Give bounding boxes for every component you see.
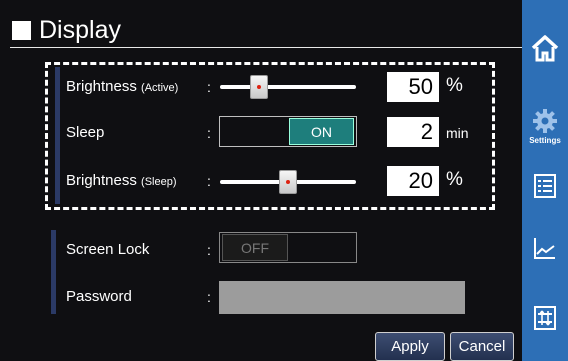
sidebar-chart-button[interactable] [522, 230, 568, 266]
brightness-sleep-thumb[interactable] [279, 170, 297, 194]
brightness-sleep-unit: % [446, 169, 463, 190]
list-icon [534, 174, 556, 198]
screen-lock-toggle-off-knob[interactable]: OFF [222, 234, 288, 261]
page-title: Display [39, 16, 121, 44]
sidebar-list-button[interactable] [522, 168, 568, 204]
brightness-sleep-label: Brightness (Sleep) [66, 172, 177, 189]
thumb-dot [257, 85, 261, 89]
gear-icon [533, 108, 557, 133]
brightness-active-unit: % [446, 75, 463, 96]
sleep-unit: min [446, 125, 469, 141]
home-icon [531, 35, 559, 62]
screen-lock-label: Screen Lock [66, 241, 150, 258]
brightness-sleep-slider[interactable] [220, 170, 356, 194]
colon: : [207, 79, 211, 95]
password-label: Password [66, 288, 132, 305]
header-divider [10, 47, 522, 48]
sidebar-settings-button[interactable]: Settings [522, 100, 568, 152]
brightness-active-label: Brightness (Active) [66, 78, 179, 95]
colon: : [207, 242, 211, 258]
sleep-label: Sleep [66, 124, 105, 141]
thumb-dot [286, 180, 290, 184]
group-accent-bar [55, 67, 60, 204]
security-accent-bar [51, 230, 56, 314]
sort-icon [534, 306, 556, 330]
sleep-toggle[interactable]: ON [219, 116, 357, 147]
colon: : [207, 289, 211, 305]
brightness-active-thumb[interactable] [250, 75, 268, 99]
apply-button[interactable]: Apply [375, 332, 445, 361]
brightness-active-slider[interactable] [220, 75, 356, 99]
sleep-toggle-on-knob[interactable]: ON [289, 118, 354, 145]
page-header: Display [12, 18, 121, 43]
sidebar-settings-label: Settings [529, 135, 561, 145]
brightness-active-value[interactable]: 50 [387, 72, 439, 102]
cancel-button[interactable]: Cancel [450, 332, 514, 361]
sidebar-sort-button[interactable] [522, 300, 568, 336]
colon: : [207, 125, 211, 141]
password-field[interactable] [219, 281, 465, 314]
colon: : [207, 173, 211, 189]
screen-lock-toggle[interactable]: OFF [219, 232, 357, 263]
sidebar-home-button[interactable] [522, 28, 568, 68]
sleep-minutes-value[interactable]: 2 [387, 117, 439, 147]
brightness-sleep-value[interactable]: 20 [387, 166, 439, 196]
chart-icon [534, 238, 555, 259]
title-square-icon [12, 21, 31, 40]
